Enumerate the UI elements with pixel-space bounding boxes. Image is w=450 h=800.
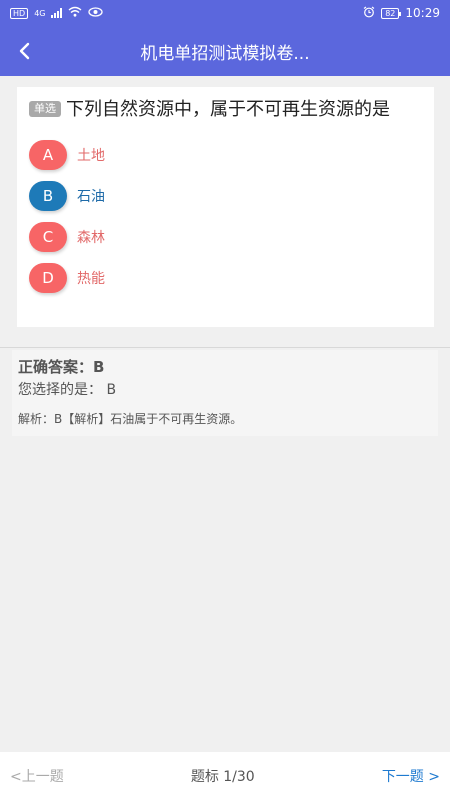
- option-b[interactable]: B 石油: [29, 175, 422, 216]
- page-indicator: 题标 1/30: [190, 769, 255, 785]
- hd-indicator: HD: [10, 7, 29, 19]
- app-header: 机电单招测试模拟卷...: [0, 26, 450, 76]
- your-choice: 您选择的是： B: [18, 382, 117, 398]
- alarm-icon: [363, 6, 375, 21]
- signal-icon: [51, 8, 63, 18]
- battery-icon: 82: [381, 7, 402, 19]
- status-time: 10:29: [405, 6, 440, 20]
- answer-panel: 正确答案：B 您选择的是： B 解析：B【解析】石油属于不可再生资源。: [12, 350, 438, 436]
- answer-analysis: 解析：B【解析】石油属于不可再生资源。: [18, 412, 243, 426]
- option-text: 石油: [77, 188, 105, 205]
- option-letter: A: [29, 139, 67, 170]
- chevron-left-icon: [19, 42, 30, 60]
- wifi-icon: [68, 6, 82, 20]
- prev-question-button[interactable]: <上一题: [10, 766, 64, 786]
- status-left: HD 4G: [10, 6, 104, 20]
- option-text: 土地: [77, 147, 105, 164]
- option-a[interactable]: A 土地: [29, 134, 422, 175]
- divider: [0, 347, 450, 348]
- option-letter: B: [29, 180, 67, 211]
- question-card: 单选 下列自然资源中，属于不可再生资源的是 A 土地 B 石油 C 森林 D 热能: [17, 87, 434, 327]
- correct-answer: 正确答案：B: [18, 358, 105, 376]
- eye-icon: [88, 6, 104, 20]
- option-c[interactable]: C 森林: [29, 216, 422, 257]
- back-button[interactable]: [12, 38, 38, 64]
- question-line: 单选 下列自然资源中，属于不可再生资源的是: [29, 97, 422, 122]
- question-text: 下列自然资源中，属于不可再生资源的是: [66, 99, 390, 120]
- status-right: 82 10:29: [363, 6, 440, 21]
- option-letter: C: [29, 221, 67, 252]
- network-label: 4G: [34, 8, 46, 18]
- question-type-badge: 单选: [29, 101, 61, 117]
- page-title: 机电单招测试模拟卷...: [140, 43, 310, 64]
- option-text: 热能: [77, 270, 105, 287]
- option-letter: D: [29, 262, 67, 293]
- option-text: 森林: [77, 229, 105, 246]
- next-question-button[interactable]: 下一题 >: [382, 766, 440, 786]
- bottom-nav: <上一题 题标 1/30 下一题 >: [0, 752, 450, 800]
- status-bar: HD 4G 82 10:29: [0, 0, 450, 26]
- options-list: A 土地 B 石油 C 森林 D 热能: [29, 134, 422, 298]
- option-d[interactable]: D 热能: [29, 257, 422, 298]
